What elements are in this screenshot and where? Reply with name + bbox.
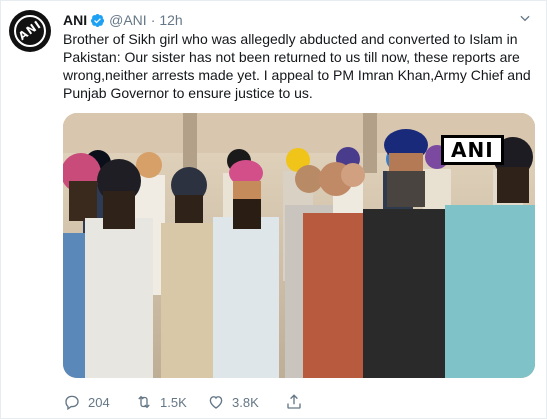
like-icon	[209, 396, 223, 409]
like-count: 3.8K	[232, 394, 259, 410]
share-icon	[287, 394, 301, 409]
retweet-count: 1.5K	[160, 394, 187, 410]
reply-count: 204	[88, 394, 110, 410]
header-separator: ·	[150, 12, 156, 28]
tweet-media-image[interactable]: ANI	[63, 113, 535, 378]
media-watermark: ANI	[441, 135, 504, 165]
tweet-actions: 204 1.5K 3.8K	[63, 392, 535, 412]
retweet-button[interactable]: 1.5K	[135, 393, 207, 411]
share-button[interactable]	[285, 393, 305, 411]
account-name[interactable]: ANI	[63, 12, 87, 28]
reply-button[interactable]: 204	[63, 393, 135, 411]
reply-icon	[65, 395, 79, 411]
retweet-icon	[138, 395, 150, 409]
avatar[interactable]: ANI	[9, 10, 51, 52]
like-button[interactable]: 3.8K	[207, 393, 279, 411]
account-handle[interactable]: @ANI	[109, 12, 147, 28]
tweet-header: ANI @ANI · 12h	[63, 11, 183, 29]
verified-badge-icon	[91, 13, 105, 27]
tweet-card[interactable]: ANI ANI @ANI · 12h Brother of Sikh girl …	[0, 0, 547, 419]
tweet-text: Brother of Sikh girl who was allegedly a…	[63, 31, 531, 101]
tweet-timestamp[interactable]: 12h	[159, 12, 182, 28]
chevron-down-icon[interactable]	[518, 11, 532, 25]
